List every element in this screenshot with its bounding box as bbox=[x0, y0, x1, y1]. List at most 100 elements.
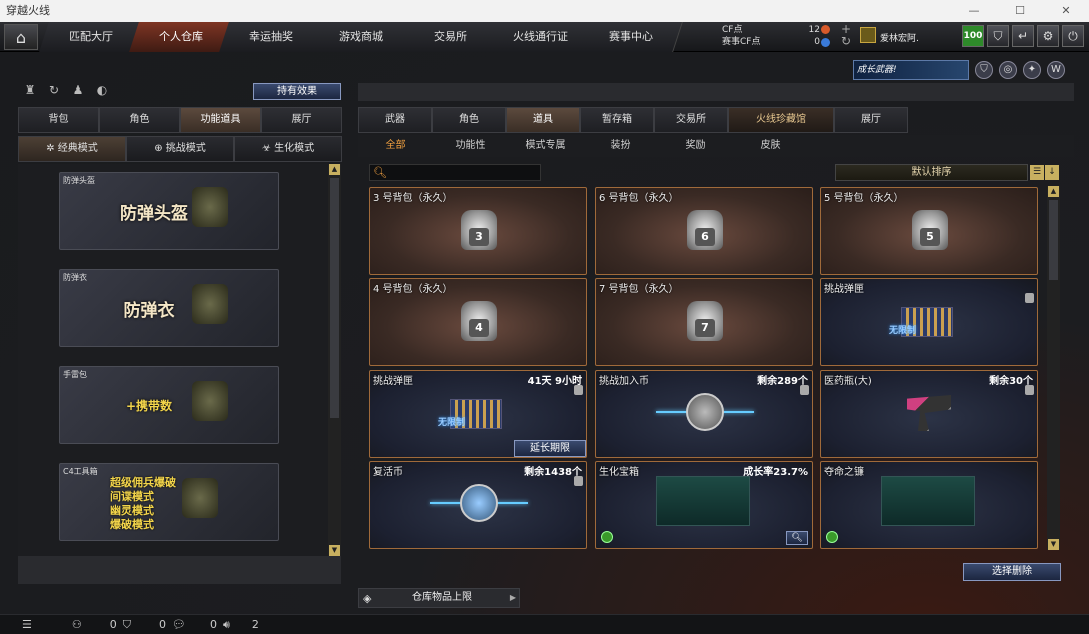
scroll-up-icon[interactable]: ▲ bbox=[1048, 186, 1059, 197]
event-cf-value: 0 bbox=[814, 37, 820, 47]
list-view-icon[interactable]: ☰ bbox=[1030, 165, 1044, 180]
subtab-cosmetic[interactable]: 装扮 bbox=[583, 135, 658, 157]
mode-zombie[interactable]: ☣ 生化模式 bbox=[234, 136, 342, 162]
target-badge-icon[interactable]: ◎ bbox=[999, 61, 1017, 79]
scroll-up-icon[interactable]: ▲ bbox=[329, 164, 340, 175]
shield-status-icon[interactable]: ⛉ bbox=[123, 618, 131, 632]
ranking-icon[interactable]: ♜ bbox=[22, 82, 38, 98]
item-card[interactable]: 复活币 剩余1438个 bbox=[369, 461, 587, 549]
tab-weapons[interactable]: 武器 bbox=[358, 107, 432, 133]
home-icon[interactable]: ⌂ bbox=[4, 24, 38, 50]
item-card[interactable]: 6 号背包（永久） 6 bbox=[595, 187, 813, 275]
tab-exhibition[interactable]: 展厅 bbox=[834, 107, 908, 133]
warehouse-tabs: 武器 角色 道具 暂存箱 交易所 火线珍藏馆 展厅 bbox=[358, 107, 908, 133]
tab-showroom[interactable]: 展厅 bbox=[261, 107, 342, 133]
tab-temp-box[interactable]: 暂存箱 bbox=[580, 107, 654, 133]
recharge-plus-icon[interactable]: + ↻ bbox=[841, 23, 851, 47]
scroll-down-icon[interactable]: ▼ bbox=[329, 545, 340, 556]
item-card[interactable]: 生化宝箱 成长率23.7% 🔍︎ bbox=[595, 461, 813, 549]
tab-personal-warehouse[interactable]: 个人仓库 bbox=[129, 22, 233, 52]
scythe-image bbox=[881, 476, 975, 526]
chevron-right-icon: ▶ bbox=[509, 593, 516, 602]
avatar[interactable] bbox=[860, 27, 876, 43]
shield-icon[interactable]: ⛉ bbox=[987, 25, 1009, 47]
owned-effects-button[interactable]: 持有效果 bbox=[253, 83, 341, 100]
list-item[interactable]: 防弹头盔 防弹头盔 bbox=[59, 172, 279, 250]
level-badge[interactable]: 100 bbox=[962, 25, 984, 47]
left-toolbar: ♜ ↻ ♟ ◐ bbox=[22, 82, 110, 98]
tab-function-items[interactable]: 功能道具 bbox=[180, 107, 261, 133]
left-scrollbar[interactable]: ▲ ▼ bbox=[328, 164, 341, 556]
search-input[interactable]: 🔍︎ bbox=[369, 164, 541, 181]
right-scrollbar[interactable]: ▲ ▼ bbox=[1047, 186, 1060, 550]
tab-backpack[interactable]: 背包 bbox=[18, 107, 99, 133]
mode-challenge[interactable]: ⊕ 挑战模式 bbox=[126, 136, 234, 162]
tab-exchange[interactable]: 交易所 bbox=[399, 22, 503, 52]
speaker-icon[interactable]: 🔊︎ bbox=[223, 618, 230, 632]
exit-room-icon[interactable]: ↵ bbox=[1012, 25, 1034, 47]
tab-lucky-draw[interactable]: 幸运抽奖 bbox=[219, 22, 323, 52]
tab-character[interactable]: 角色 bbox=[99, 107, 180, 133]
mode-classic[interactable]: ✲ 经典模式 bbox=[18, 136, 126, 162]
zombie-mode-icon: ☣ bbox=[261, 143, 275, 154]
item-card[interactable]: 4 号背包（永久） 4 bbox=[369, 278, 587, 366]
tab-event-center[interactable]: 赛事中心 bbox=[579, 22, 683, 52]
menu-icon[interactable]: ☰ bbox=[22, 618, 32, 631]
scroll-down-icon[interactable]: ▼ bbox=[1048, 539, 1059, 550]
growth-icon bbox=[826, 531, 838, 543]
tab-items[interactable]: 道具 bbox=[506, 107, 580, 133]
tab-battle-pass[interactable]: 火线通行证 bbox=[489, 22, 593, 52]
subtab-functional[interactable]: 功能性 bbox=[433, 135, 508, 157]
chat-icon[interactable]: 💬︎ bbox=[172, 618, 186, 631]
username: 爱林宏阿. bbox=[880, 34, 919, 44]
tab-trade[interactable]: 交易所 bbox=[654, 107, 728, 133]
power-icon[interactable]: ⏻ bbox=[1062, 25, 1084, 47]
growth-weapon-badge[interactable]: 成长武器! bbox=[853, 60, 969, 80]
tab-characters[interactable]: 角色 bbox=[432, 107, 506, 133]
sort-dropdown[interactable]: 默认排序 bbox=[835, 164, 1028, 181]
item-card[interactable]: 挑战加入币 剩余289个 bbox=[595, 370, 813, 458]
minimize-button[interactable]: — bbox=[951, 0, 997, 22]
item-card[interactable]: 5 号背包（永久） 5 bbox=[820, 187, 1038, 275]
item-card[interactable]: 7 号背包（永久） 7 bbox=[595, 278, 813, 366]
subtab-mode-exclusive[interactable]: 模式专属 bbox=[508, 135, 583, 157]
list-item[interactable]: 防弹衣 防弹衣 bbox=[59, 269, 279, 347]
extend-duration-button[interactable]: 延长期限 bbox=[514, 440, 586, 457]
bag-icon[interactable]: ◐ bbox=[94, 82, 110, 98]
item-card[interactable]: 3 号背包（永久） 3 bbox=[369, 187, 587, 275]
status-bar: ☰ ⚇ 0 ⛉ 0 💬︎ 0 🔊︎ 2 bbox=[0, 614, 1089, 634]
layers-icon: ◈ bbox=[363, 592, 372, 605]
backpack-icon: 7 bbox=[687, 301, 723, 341]
select-delete-button[interactable]: 选择删除 bbox=[963, 563, 1061, 581]
close-button[interactable]: ✕ bbox=[1043, 0, 1089, 22]
top-navigation: ⌂ 匹配大厅 个人仓库 幸运抽奖 游戏商城 交易所 火线通行证 赛事中心 CF点… bbox=[0, 22, 1089, 52]
subtab-skins[interactable]: 皮肤 bbox=[733, 135, 808, 157]
list-item[interactable]: 手雷包 +携带数 bbox=[59, 366, 279, 444]
gear-icon[interactable]: ⚙ bbox=[1037, 25, 1059, 47]
friends-icon[interactable]: ⚇ bbox=[72, 618, 82, 631]
tab-match-lobby[interactable]: 匹配大厅 bbox=[39, 22, 143, 52]
rank-badge-icon[interactable]: ⛉ bbox=[975, 61, 993, 79]
tab-game-mall[interactable]: 游戏商城 bbox=[309, 22, 413, 52]
list-item[interactable]: C4工具箱 超级佣兵爆破 间谍模式 幽灵模式 爆破模式 bbox=[59, 463, 279, 541]
magnify-icon[interactable]: 🔍︎ bbox=[786, 531, 808, 545]
item-card[interactable]: 医药瓶(大) 剩余30个 bbox=[820, 370, 1038, 458]
storage-limit-button[interactable]: ◈ 仓库物品上限 ▶ bbox=[358, 588, 520, 608]
item-card[interactable]: 夺命之镰 bbox=[820, 461, 1038, 549]
achievement-badges: 成长武器! ⛉ ◎ ✦ W bbox=[853, 60, 1065, 80]
wings-badge-icon[interactable]: W bbox=[1047, 61, 1065, 79]
sort-order-icon[interactable]: ↓ bbox=[1045, 165, 1059, 180]
character-icon[interactable]: ♟ bbox=[70, 82, 86, 98]
growth-icon bbox=[601, 531, 613, 543]
item-card[interactable]: 挑战弹匣 无限制 bbox=[820, 278, 1038, 366]
subtab-all[interactable]: 全部 bbox=[358, 135, 433, 157]
tab-collection[interactable]: 火线珍藏馆 bbox=[728, 107, 834, 133]
star-badge-icon[interactable]: ✦ bbox=[1023, 61, 1041, 79]
item-card[interactable]: 挑战弹匣 41天 9小时 无限制 延长期限 bbox=[369, 370, 587, 458]
maximize-button[interactable]: ☐ bbox=[997, 0, 1043, 22]
refresh-icon[interactable]: ↻ bbox=[46, 82, 62, 98]
left-footer bbox=[18, 556, 341, 584]
window-controls: — ☐ ✕ bbox=[951, 0, 1089, 22]
subtab-rewards[interactable]: 奖励 bbox=[658, 135, 733, 157]
left-item-list: 防弹头盔 防弹头盔 防弹衣 防弹衣 手雷包 +携带数 C4工具箱 超级佣兵爆破 … bbox=[18, 164, 328, 556]
